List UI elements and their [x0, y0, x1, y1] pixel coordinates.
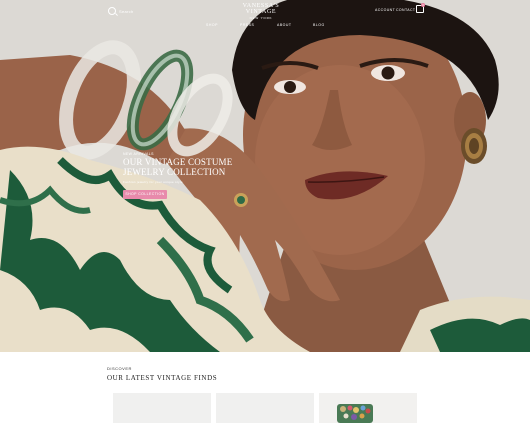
shop-collection-button[interactable]: SHOP COLLECTION	[123, 190, 167, 199]
product-image	[337, 404, 373, 423]
brand-city: NEW YORK	[249, 16, 273, 20]
brand-logo[interactable]: VANESSA'S VINTAGE NEW YORK	[236, 3, 286, 20]
section-eyebrow: DISCOVER	[107, 366, 132, 371]
hero-photo	[0, 0, 530, 352]
hero-banner	[0, 0, 530, 352]
product-card[interactable]	[216, 393, 314, 423]
search-icon	[108, 7, 116, 15]
search-label: Search	[119, 8, 134, 14]
nav-item-about[interactable]: ABOUT	[277, 23, 292, 27]
product-card[interactable]	[113, 393, 211, 423]
nav-item-blog[interactable]: BLOG	[313, 23, 325, 27]
section-title: OUR LATEST VINTAGE FINDS	[107, 374, 218, 382]
search-button[interactable]: Search	[108, 7, 133, 15]
brand-name: VANESSA'S VINTAGE	[242, 3, 280, 15]
hero-subtitle: Fashion jewelry for your unique style	[123, 180, 183, 184]
product-card[interactable]	[319, 393, 417, 423]
cart-count-badge: 0	[421, 3, 425, 7]
contact-link[interactable]: CONTACT	[396, 8, 415, 12]
account-link[interactable]: ACCOUNT	[375, 8, 395, 12]
hero-headline: OUR VINTAGE COSTUME JEWELRY COLLECTION	[123, 157, 233, 177]
nav-item-shop[interactable]: SHOP	[206, 23, 218, 27]
nav-item-press[interactable]: PRESS	[240, 23, 254, 27]
hero-eyebrow: NEW ARRIVALS	[123, 152, 154, 156]
